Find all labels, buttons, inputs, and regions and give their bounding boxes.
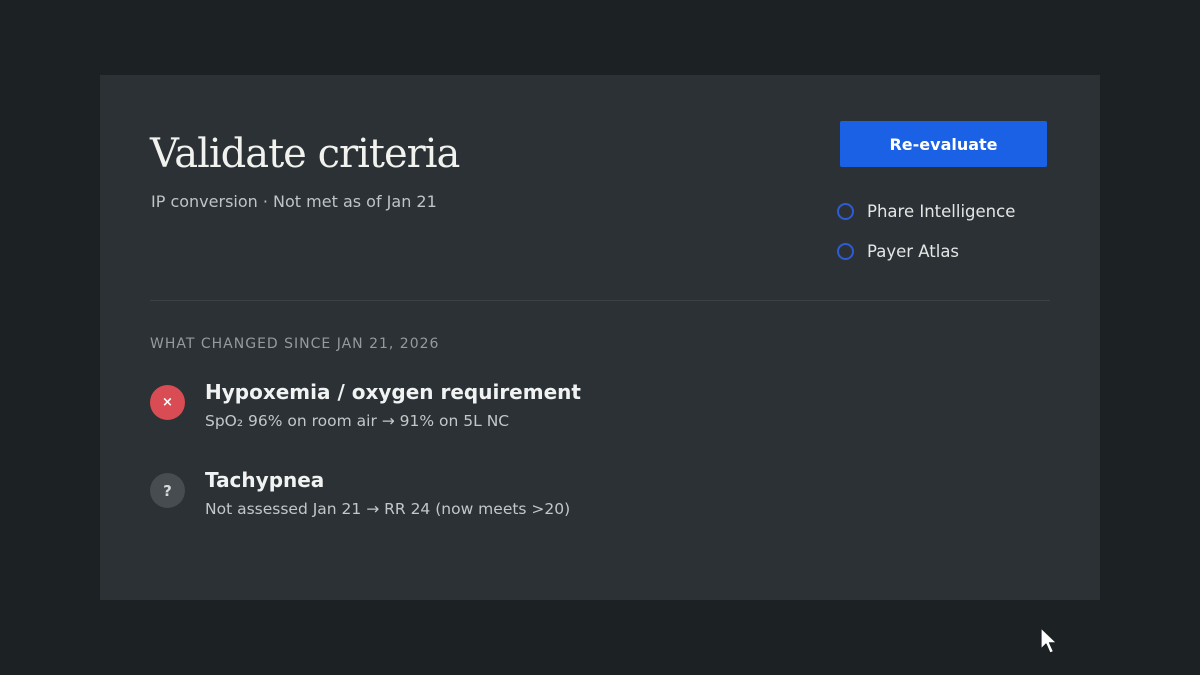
radio-unchecked-icon[interactable] — [837, 202, 854, 220]
change-item-title: Hypoxemia / oxygen requirement — [205, 380, 581, 404]
validate-criteria-card: Validate criteria IP conversion · Not me… — [100, 75, 1100, 600]
source-options: Phare Intelligence Payer Atlas — [837, 191, 1077, 271]
section-divider — [150, 300, 1050, 301]
source-option-phare-intelligence[interactable]: Phare Intelligence — [837, 191, 1077, 231]
radio-unchecked-icon[interactable] — [837, 242, 854, 260]
change-item-title: Tachypnea — [205, 468, 325, 492]
re-evaluate-button[interactable]: Re-evaluate — [840, 121, 1047, 167]
unknown-question-icon: ? — [150, 473, 185, 508]
not-met-x-icon: × — [150, 385, 185, 420]
source-option-payer-atlas[interactable]: Payer Atlas — [837, 231, 1077, 271]
change-item-detail: SpO₂ 96% on room air → 91% on 5L NC — [205, 412, 510, 430]
changes-section-heading: WHAT CHANGED SINCE JAN 21, 2026 — [150, 336, 440, 352]
source-option-label: Payer Atlas — [867, 241, 960, 261]
page-subtitle: IP conversion · Not met as of Jan 21 — [151, 192, 437, 211]
screen: Validate criteria IP conversion · Not me… — [0, 0, 1200, 675]
source-option-label: Phare Intelligence — [867, 201, 1016, 221]
change-item-detail: Not assessed Jan 21 → RR 24 (now meets >… — [205, 500, 571, 518]
mouse-pointer-icon — [1040, 627, 1058, 654]
page-title: Validate criteria — [150, 131, 460, 177]
